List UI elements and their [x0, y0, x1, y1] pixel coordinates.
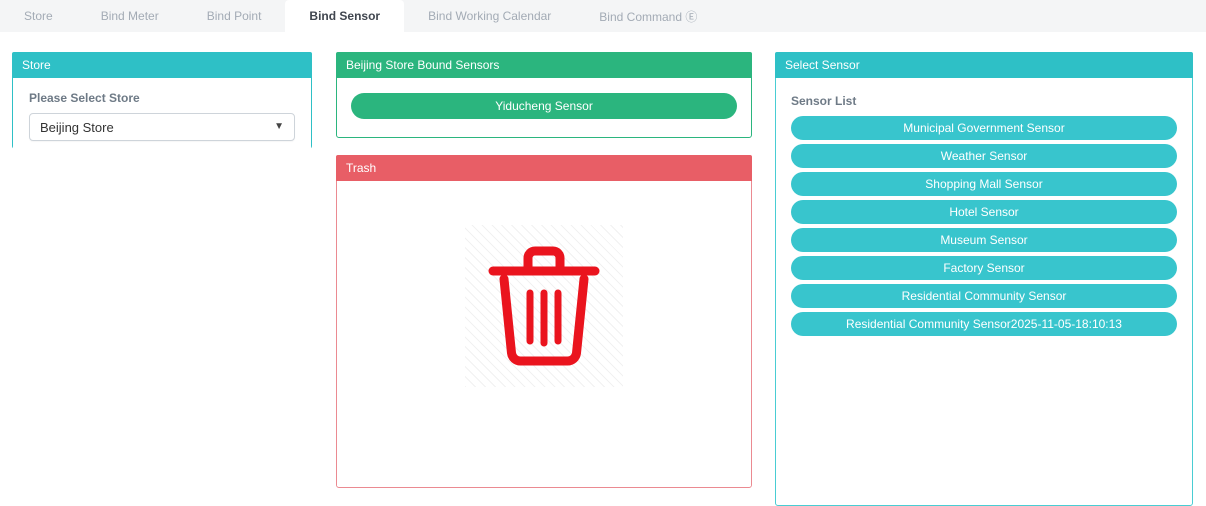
trash-drop-zone[interactable]: [465, 225, 623, 387]
tab-bind-sensor[interactable]: Bind Sensor: [285, 0, 404, 32]
store-panel-title: Store: [12, 52, 312, 78]
tab-bind-command[interactable]: Bind Command Ⓔ: [575, 0, 721, 32]
tab-bar: Store Bind Meter Bind Point Bind Sensor …: [0, 0, 1206, 32]
caret-down-icon: ▼: [274, 122, 284, 132]
sensor-list: Municipal Government Sensor Weather Senso…: [791, 116, 1177, 336]
bound-sensor-pill[interactable]: Yiducheng Sensor: [351, 93, 737, 119]
select-sensor-panel-title: Select Sensor: [775, 52, 1193, 78]
store-select-value: Beijing Store: [40, 120, 114, 135]
sensor-list-label: Sensor List: [791, 94, 1177, 108]
trash-panel: Trash: [336, 155, 752, 488]
select-sensor-panel: Select Sensor Sensor List Municipal Gove…: [775, 52, 1193, 506]
sensor-pill[interactable]: Hotel Sensor: [791, 200, 1177, 224]
bound-sensor-list: Yiducheng Sensor: [351, 93, 737, 119]
tab-bind-working-calendar[interactable]: Bind Working Calendar: [404, 0, 575, 32]
store-select[interactable]: Beijing Store ▼: [29, 113, 295, 141]
sensor-pill[interactable]: Residential Community Sensor2025-11-05-1…: [791, 312, 1177, 336]
sensor-pill[interactable]: Municipal Government Sensor: [791, 116, 1177, 140]
tab-bind-point[interactable]: Bind Point: [183, 0, 286, 32]
tab-bind-meter[interactable]: Bind Meter: [77, 0, 183, 32]
sensor-pill[interactable]: Museum Sensor: [791, 228, 1177, 252]
bound-sensors-panel: Beijing Store Bound Sensors Yiducheng Se…: [336, 52, 752, 138]
bound-sensors-panel-title: Beijing Store Bound Sensors: [336, 52, 752, 78]
trash-icon: [483, 237, 605, 375]
sensor-pill[interactable]: Residential Community Sensor: [791, 284, 1177, 308]
sensor-pill[interactable]: Weather Sensor: [791, 144, 1177, 168]
store-select-label: Please Select Store: [29, 91, 295, 105]
store-panel: Store Please Select Store Beijing Store …: [12, 52, 312, 149]
trash-panel-title: Trash: [336, 155, 752, 181]
sensor-pill[interactable]: Factory Sensor: [791, 256, 1177, 280]
tab-store[interactable]: Store: [0, 0, 77, 32]
sensor-pill[interactable]: Shopping Mall Sensor: [791, 172, 1177, 196]
